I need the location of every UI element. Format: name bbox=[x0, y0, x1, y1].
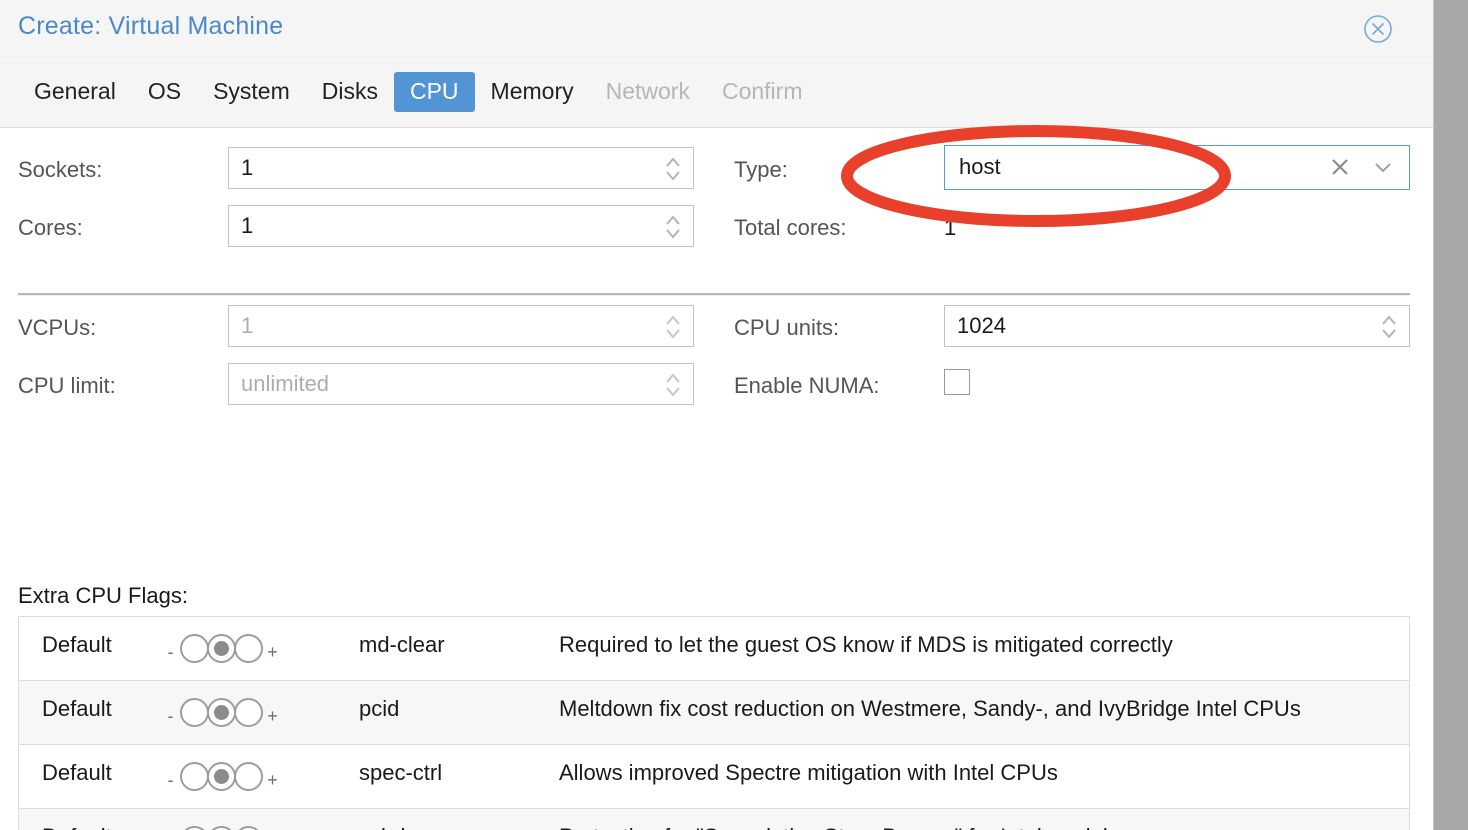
table-row: Default-+ssbdProtection for "Speculative… bbox=[19, 809, 1409, 830]
flag-state-selector: -+ bbox=[164, 631, 359, 663]
tab-disks[interactable]: Disks bbox=[306, 72, 394, 111]
extra-cpu-flags-table: Default - + md-clear Required to let the gue… bbox=[18, 616, 1410, 830]
flag-radio-option[interactable] bbox=[207, 762, 236, 791]
dialog-body: Sockets: 1 Type: host Cores: 1 Total cor… bbox=[0, 128, 1433, 830]
cores-label: Cores: bbox=[18, 215, 83, 240]
vcpus-stepper[interactable] bbox=[663, 311, 683, 343]
flag-off-label: - bbox=[167, 769, 174, 790]
cores-value: 1 bbox=[241, 213, 254, 238]
flag-radio-option[interactable] bbox=[180, 698, 209, 727]
enable-numa-label: Enable NUMA: bbox=[734, 373, 880, 398]
flag-state-label: Default bbox=[42, 696, 112, 721]
flag-radio-option[interactable] bbox=[234, 634, 263, 663]
flag-off-label: - bbox=[167, 641, 174, 662]
cpu-form: Sockets: 1 Type: host Cores: 1 Total cor… bbox=[0, 128, 1433, 608]
table-row: Default - + pcid Meltdown fix cost reduction… bbox=[19, 681, 1409, 745]
form-row-sockets-type: Sockets: 1 Type: host bbox=[0, 145, 1433, 203]
type-label: Type: bbox=[734, 157, 788, 182]
total-cores-value: 1 bbox=[944, 215, 957, 240]
vcpus-value: 1 bbox=[241, 313, 254, 338]
vcpus-label: VCPUs: bbox=[18, 315, 97, 340]
flag-state-label: Default bbox=[19, 823, 164, 830]
flag-name: spec-ctrl bbox=[359, 760, 443, 785]
tab-cpu[interactable]: CPU bbox=[393, 72, 475, 112]
flag-on-label: + bbox=[267, 641, 278, 662]
tab-system[interactable]: System bbox=[197, 72, 306, 111]
flag-name: pcid bbox=[359, 696, 400, 721]
dialog-header: Create: Virtual Machine bbox=[0, 0, 1433, 57]
form-row-vcpus-cpuunits: VCPUs: 1 CPU units: 1024 bbox=[0, 303, 1433, 361]
flag-radio-option[interactable] bbox=[234, 698, 263, 727]
flag-on-label: + bbox=[267, 769, 278, 790]
cpu-type-value: host bbox=[959, 154, 1001, 179]
form-row-cores-totalcores: Cores: 1 Total cores: 1 bbox=[0, 203, 1433, 261]
cpu-limit-value: unlimited bbox=[241, 371, 330, 396]
section-divider bbox=[18, 293, 1410, 296]
flag-radio-option[interactable] bbox=[234, 826, 263, 830]
flag-off-label: - bbox=[167, 705, 174, 726]
flag-radio-group bbox=[180, 698, 263, 727]
cpu-type-select[interactable]: host bbox=[944, 145, 1410, 190]
flag-state-selector: -+ bbox=[164, 695, 359, 727]
cpu-units-stepper[interactable] bbox=[1379, 311, 1399, 343]
flag-state-label: Default bbox=[42, 632, 112, 657]
flag-radio-group bbox=[180, 826, 263, 830]
sockets-stepper[interactable] bbox=[663, 153, 683, 185]
flag-state-label: Default bbox=[42, 760, 112, 785]
cpu-units-value: 1024 bbox=[957, 313, 1006, 338]
tab-os[interactable]: OS bbox=[132, 72, 197, 111]
chevron-down-icon[interactable] bbox=[1373, 160, 1393, 174]
extra-cpu-flags-label: Extra CPU Flags: bbox=[18, 583, 188, 608]
table-row: Default - + md-clear Required to let the gue… bbox=[19, 617, 1409, 681]
flag-radio-option[interactable] bbox=[180, 762, 209, 791]
clear-x-icon[interactable] bbox=[1329, 156, 1351, 178]
cpu-limit-stepper[interactable] bbox=[663, 369, 683, 401]
flag-state-selector: -+ bbox=[164, 823, 359, 830]
flag-description: Meltdown fix cost reduction on Westmere,… bbox=[559, 696, 1301, 721]
flag-name: ssbd bbox=[359, 823, 559, 830]
sockets-label: Sockets: bbox=[18, 157, 103, 182]
flag-description: Protection for "Speculative Store Bypass… bbox=[559, 823, 1409, 830]
cpu-limit-input[interactable]: unlimited bbox=[228, 363, 694, 405]
create-virtual-machine-dialog: Create: Virtual Machine General OS System D… bbox=[0, 0, 1434, 830]
wizard-tab-bar: General OS System Disks CPU Memory Network Conf… bbox=[0, 57, 1433, 128]
flag-radio-option[interactable] bbox=[207, 634, 236, 663]
cpu-limit-label: CPU limit: bbox=[18, 373, 116, 398]
cores-input[interactable]: 1 bbox=[228, 205, 694, 247]
flag-on-label: + bbox=[266, 827, 279, 830]
vcpus-input[interactable]: 1 bbox=[228, 305, 694, 347]
cores-stepper[interactable] bbox=[663, 211, 683, 243]
table-row: Default - + spec-ctrl Allows improved Spectr… bbox=[19, 745, 1409, 809]
page-title: Create: Virtual Machine bbox=[18, 12, 284, 40]
flag-radio-option[interactable] bbox=[180, 634, 209, 663]
cpu-units-label: CPU units: bbox=[734, 315, 840, 340]
flag-radio-option[interactable] bbox=[207, 698, 236, 727]
flag-radio-option[interactable] bbox=[180, 826, 209, 830]
sockets-value: 1 bbox=[241, 155, 254, 180]
flag-radio-option[interactable] bbox=[207, 826, 236, 830]
cpu-units-input[interactable]: 1024 bbox=[944, 305, 1410, 347]
tab-general[interactable]: General bbox=[18, 72, 132, 111]
flag-radio-option[interactable] bbox=[234, 762, 263, 791]
sockets-input[interactable]: 1 bbox=[228, 147, 694, 189]
flag-on-label: + bbox=[267, 705, 278, 726]
close-icon[interactable] bbox=[1363, 14, 1393, 44]
flag-radio-group bbox=[180, 634, 263, 663]
tab-list: General OS System Disks CPU Memory Network Conf… bbox=[18, 57, 1433, 127]
flag-off-label: - bbox=[164, 827, 177, 830]
flag-radio-group bbox=[180, 762, 263, 791]
total-cores-label: Total cores: bbox=[734, 215, 847, 240]
enable-numa-checkbox[interactable] bbox=[944, 369, 970, 395]
tab-confirm: Confirm bbox=[721, 78, 803, 105]
flag-state-selector: -+ bbox=[164, 759, 359, 791]
tab-network: Network bbox=[605, 78, 690, 105]
form-row-cpulimit-numa: CPU limit: unlimited Enable NUMA: bbox=[0, 361, 1433, 419]
tab-memory[interactable]: Memory bbox=[475, 72, 590, 111]
flag-name: md-clear bbox=[359, 632, 445, 657]
flag-description: Allows improved Spectre mitigation with … bbox=[559, 760, 1058, 785]
flag-description: Required to let the guest OS know if MDS… bbox=[559, 632, 1173, 657]
screen: Create: Virtual Machine General OS System D… bbox=[0, 0, 1468, 830]
